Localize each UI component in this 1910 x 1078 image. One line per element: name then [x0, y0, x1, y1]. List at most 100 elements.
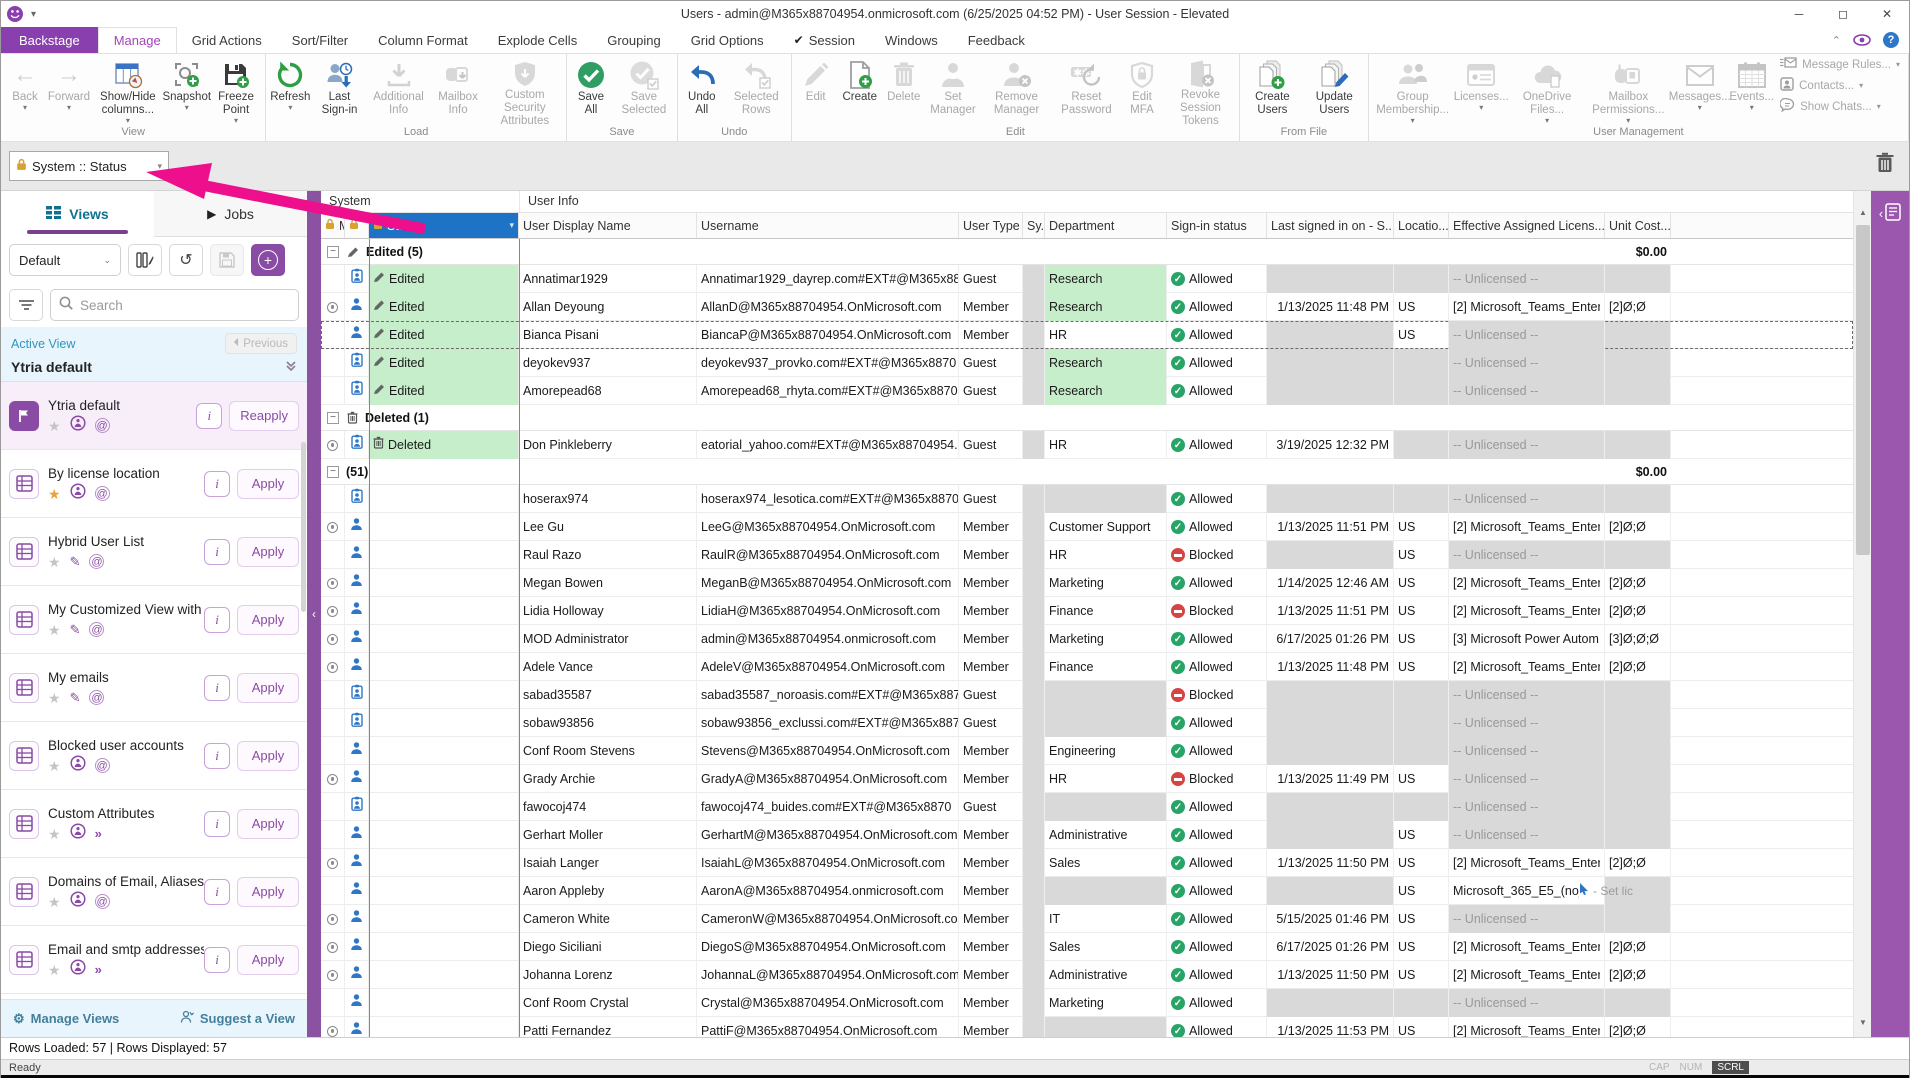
grid-cell-signin-status[interactable]: ✓Allowed	[1167, 737, 1267, 765]
grid-cell-signin-status[interactable]: ✓Allowed	[1167, 569, 1267, 597]
grid-cell-unit-cost[interactable]	[1605, 265, 1671, 293]
grid-cell-usertype-icon[interactable]	[345, 989, 369, 1017]
grid-cell-modified[interactable]	[321, 709, 345, 737]
grid-cell-modified[interactable]	[321, 485, 345, 513]
grid-cell-sync[interactable]	[1023, 709, 1045, 737]
grid-cell-location[interactable]	[1394, 793, 1449, 821]
grid-cell-display-name[interactable]: Adele Vance	[519, 653, 697, 681]
ribbon-button-forward[interactable]: → Forward▾	[47, 56, 91, 126]
grid-cell-location[interactable]	[1394, 265, 1449, 293]
view-apply-button[interactable]: Apply	[237, 605, 299, 635]
ribbon-button-save-all[interactable]: Save All	[569, 56, 613, 126]
star-icon[interactable]: ★	[48, 759, 61, 773]
grid-cell-location[interactable]	[1394, 709, 1449, 737]
tab-views[interactable]: Views	[1, 191, 154, 237]
grid-cell-modified[interactable]	[321, 541, 345, 569]
grid-cell-license[interactable]: -- Unlicensed --	[1449, 349, 1605, 377]
grid-cell-unit-cost[interactable]	[1605, 765, 1671, 793]
grid-cell-signin-status[interactable]: ✓Allowed	[1167, 625, 1267, 653]
grid-cell-location[interactable]	[1394, 737, 1449, 765]
ribbon-button-selected-rows[interactable]: Selected Rows	[724, 56, 789, 126]
grid-cell-signin-status[interactable]: Blocked	[1167, 597, 1267, 625]
grid-cell-location[interactable]: US	[1394, 961, 1449, 989]
grid-cell-usertype-icon[interactable]	[345, 793, 369, 821]
grid-cell-usertype-icon[interactable]	[345, 431, 369, 459]
grid-cell-modified[interactable]	[321, 377, 345, 405]
grid-cell-display-name[interactable]: Cameron White	[519, 905, 697, 933]
grid-cell-department[interactable]: Finance	[1045, 597, 1167, 625]
grid-cell-department[interactable]: HR	[1045, 431, 1167, 459]
grid-cell-username[interactable]: GradyA@M365x88704954.OnMicrosoft.com	[697, 765, 959, 793]
grid-cell-signin-status[interactable]: ✓Allowed	[1167, 431, 1267, 459]
grid-cell-unit-cost[interactable]	[1605, 793, 1671, 821]
view-item-email-and-smtp-addresses[interactable]: Email and smtp addresses ★ » i Apply	[1, 926, 307, 994]
grid-cell-sync[interactable]	[1023, 821, 1045, 849]
grid-cell-sync[interactable]	[1023, 293, 1045, 321]
grid-cell-user-type[interactable]: Guest	[959, 265, 1023, 293]
collapse-group-icon[interactable]: −	[327, 246, 339, 258]
grid-cell-modified[interactable]	[321, 681, 345, 709]
grid-cell-unit-cost[interactable]: [2]Ø;Ø	[1605, 513, 1671, 541]
ribbon-button-reset-password[interactable]: ✱✱✱ Reset Password	[1053, 56, 1120, 126]
grid-cell-unit-cost[interactable]: [2]Ø;Ø	[1605, 961, 1671, 989]
grid-cell-last-signin[interactable]: 5/15/2025 01:46 PM	[1267, 905, 1394, 933]
grid-cell-username[interactable]: Stevens@M365x88704954.OnMicrosoft.com	[697, 737, 959, 765]
ribbon-button-onedrive-files[interactable]: OneDrive Files...▾	[1508, 56, 1587, 126]
ribbon-button-show-hide-columns[interactable]: Show/Hide columns...▾	[91, 56, 165, 126]
grid-cell-last-signin[interactable]	[1267, 821, 1394, 849]
grid-cell-usertype-icon[interactable]	[345, 485, 369, 513]
grid-cell-modified[interactable]	[321, 321, 345, 349]
grid-cell-username[interactable]: Annatimar1929_dayrep.com#EXT#@M365x88	[697, 265, 959, 293]
ribbon-button-undo-all[interactable]: Undo All	[680, 56, 724, 126]
table-row[interactable]: Aaron ApplebyAaronA@M365x88704954.onmicr…	[321, 877, 1853, 905]
view-item-by-license-location[interactable]: By license location ★ @ i Apply	[1, 450, 307, 518]
table-row[interactable]: hoserax974hoserax974_lesotica.com#EXT#@M…	[321, 485, 1853, 513]
grid-cell-user-type[interactable]: Guest	[959, 431, 1023, 459]
table-row[interactable]: Cameron WhiteCameronW@M365x88704954.OnMi…	[321, 905, 1853, 933]
grid-cell-license[interactable]: -- Unlicensed --	[1449, 681, 1605, 709]
group-row-51[interactable]: − (51) $0.00	[321, 459, 1853, 485]
scrollbar-thumb[interactable]	[1856, 225, 1870, 555]
scroll-up-icon[interactable]: ▲	[1854, 203, 1872, 221]
grid-cell-location[interactable]: US	[1394, 849, 1449, 877]
grid-cell-user-type[interactable]: Member	[959, 293, 1023, 321]
grid-cell-last-signin[interactable]	[1267, 321, 1394, 349]
grid-cell-modified[interactable]	[321, 513, 345, 541]
grid-cell-unit-cost[interactable]	[1605, 377, 1671, 405]
grid-cell-username[interactable]: CameronW@M365x88704954.OnMicrosoft.co	[697, 905, 959, 933]
grid-cell-unit-cost[interactable]	[1605, 905, 1671, 933]
ribbon-button-delete[interactable]: Delete	[882, 56, 926, 126]
grid-cell-unit-cost[interactable]: [3]Ø;Ø;Ø	[1605, 625, 1671, 653]
grid-cell-location[interactable]: US	[1394, 653, 1449, 681]
grid-cell-unit-cost[interactable]	[1605, 989, 1671, 1017]
view-item-domains-of-email-aliases-and-othe[interactable]: Domains of Email, Aliases and othe... ★ …	[1, 858, 307, 926]
column-header-unit_cost[interactable]: Unit Cost...	[1605, 213, 1671, 238]
grid-cell-department[interactable]	[1045, 485, 1167, 513]
grid-cell-user-type[interactable]: Member	[959, 541, 1023, 569]
grid-cell-display-name[interactable]: Amorepead68	[519, 377, 697, 405]
search-input[interactable]	[80, 298, 290, 313]
grid-cell-modified[interactable]	[321, 961, 345, 989]
grid-cell-sync[interactable]	[1023, 933, 1045, 961]
collapse-group-icon[interactable]: −	[327, 466, 339, 478]
grid-cell-status[interactable]: Edited	[369, 349, 519, 377]
grid-cell-license[interactable]: [2] Microsoft_Teams_Enterp	[1449, 653, 1605, 681]
grid-cell-status[interactable]	[369, 681, 519, 709]
grid-cell-status[interactable]: Edited	[369, 377, 519, 405]
grid-cell-last-signin[interactable]: 1/14/2025 12:46 AM	[1267, 569, 1394, 597]
ribbon-button-last-sign-in[interactable]: Last Sign-in	[312, 56, 366, 126]
grid-cell-department[interactable]: Administrative	[1045, 961, 1167, 989]
grid-cell-display-name[interactable]: Aaron Appleby	[519, 877, 697, 905]
table-row[interactable]: Patti FernandezPattiF@M365x88704954.OnMi…	[321, 1017, 1853, 1037]
ribbon-button-revoke-session-tokens[interactable]: Revoke Session Tokens	[1164, 56, 1237, 126]
grid-cell-location[interactable]: US	[1394, 765, 1449, 793]
view-info-button[interactable]: i	[204, 539, 230, 565]
grid-cell-license[interactable]: [2] Microsoft_Teams_Enterp	[1449, 933, 1605, 961]
grid-cell-user-type[interactable]: Member	[959, 1017, 1023, 1037]
view-item-my-customized-view-with-depart[interactable]: My Customized View with Depart... ★ ✎@ i…	[1, 586, 307, 654]
tab-sort-filter[interactable]: Sort/Filter	[277, 27, 363, 53]
grid-cell-unit-cost[interactable]: [2]Ø;Ø	[1605, 293, 1671, 321]
star-icon[interactable]: ★	[48, 555, 61, 569]
grid-cell-display-name[interactable]: Allan Deyoung	[519, 293, 697, 321]
table-row[interactable]: Conf Room StevensStevens@M365x88704954.O…	[321, 737, 1853, 765]
